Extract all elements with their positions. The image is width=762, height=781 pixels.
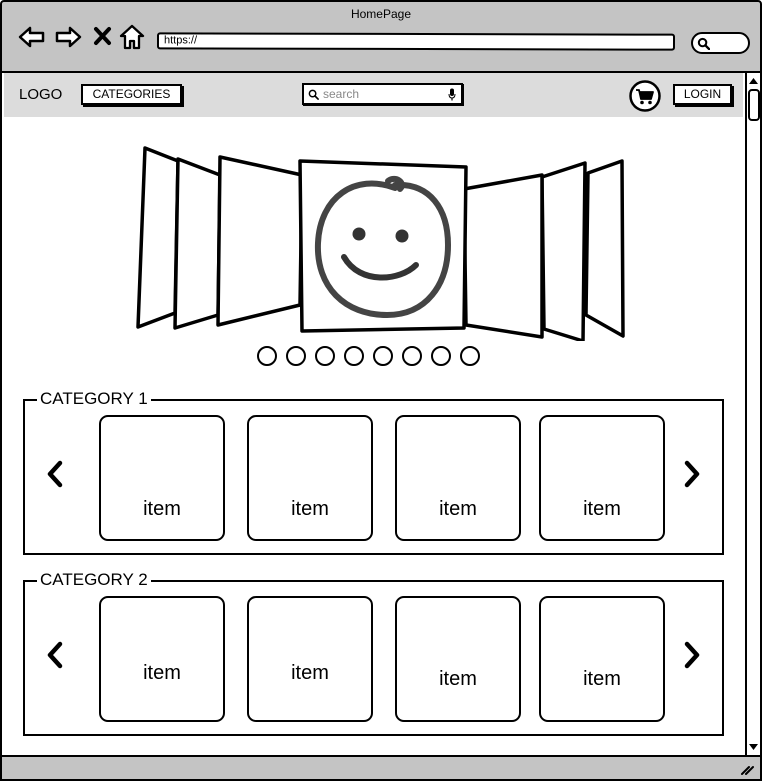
logo: LOGO (19, 86, 63, 103)
forward-arrow-icon[interactable] (53, 22, 83, 52)
item-card[interactable]: item (539, 415, 665, 541)
status-bar (0, 755, 762, 781)
item-label: item (143, 498, 181, 520)
item-card[interactable]: item (539, 596, 665, 722)
carousel-dot[interactable] (460, 346, 480, 366)
carousel-slide-panel (216, 155, 304, 327)
search-icon (308, 89, 319, 100)
item-card[interactable]: item (395, 415, 521, 541)
carousel-dot[interactable] (373, 346, 393, 366)
item-label: item (291, 662, 329, 684)
cart-icon[interactable] (629, 80, 661, 112)
carousel-indicators (257, 346, 480, 366)
search-placeholder: search (323, 87, 360, 101)
top-navigation-bar: LOGO CATEGORIES search LOGIN (4, 73, 743, 117)
carousel-slide-panel (173, 157, 222, 330)
browser-search-button[interactable] (691, 32, 750, 54)
category-section: CATEGORY 2 item item item item (23, 569, 724, 736)
carousel-slide-panel (462, 173, 544, 339)
item-label: item (291, 498, 329, 520)
resize-grip-icon[interactable] (740, 761, 754, 775)
item-label: item (439, 668, 477, 690)
chevron-right-icon[interactable] (681, 457, 703, 491)
item-label: item (583, 668, 621, 690)
address-bar[interactable]: https:// (156, 32, 676, 51)
login-button[interactable]: LOGIN (673, 84, 732, 105)
carousel-dot[interactable] (315, 346, 335, 366)
vertical-scrollbar[interactable] (745, 73, 760, 755)
carousel-dot[interactable] (344, 346, 364, 366)
scroll-thumb[interactable] (748, 89, 760, 121)
chevron-right-icon[interactable] (681, 638, 703, 672)
item-card[interactable]: item (247, 596, 373, 722)
window-title: HomePage (350, 7, 412, 21)
image-carousel[interactable] (130, 145, 630, 341)
search-input[interactable]: search (302, 83, 463, 105)
item-label: item (143, 662, 181, 684)
home-icon[interactable] (117, 22, 147, 52)
category-title: CATEGORY 1 (37, 388, 151, 410)
carousel-dot[interactable] (257, 346, 277, 366)
category-section: CATEGORY 1 item item item item (23, 388, 724, 555)
category-title: CATEGORY 2 (37, 569, 151, 591)
item-label: item (583, 498, 621, 520)
microphone-icon[interactable] (448, 88, 456, 101)
scroll-up-icon[interactable] (748, 76, 759, 86)
carousel-dot[interactable] (402, 346, 422, 366)
item-card[interactable]: item (99, 415, 225, 541)
browser-chrome: HomePage https:// (0, 0, 762, 73)
carousel-slide-panel (584, 159, 625, 338)
page-content: LOGO CATEGORIES search LOGIN CATEGORY 1 … (0, 73, 762, 755)
stop-icon[interactable] (89, 22, 119, 52)
item-card[interactable]: item (395, 596, 521, 722)
chevron-left-icon[interactable] (44, 457, 66, 491)
categories-button[interactable]: CATEGORIES (81, 84, 182, 105)
search-icon (697, 37, 710, 50)
item-card[interactable]: item (99, 596, 225, 722)
back-arrow-icon[interactable] (17, 22, 47, 52)
carousel-slide-panel (136, 146, 180, 329)
item-label: item (439, 498, 477, 520)
scroll-down-icon[interactable] (748, 742, 759, 752)
carousel-dot[interactable] (431, 346, 451, 366)
carousel-dot[interactable] (286, 346, 306, 366)
chevron-left-icon[interactable] (44, 638, 66, 672)
item-card[interactable]: item (247, 415, 373, 541)
carousel-slide-panel (540, 161, 587, 341)
browser-window: HomePage https:// LOGO CATEGORIES search… (0, 0, 762, 781)
